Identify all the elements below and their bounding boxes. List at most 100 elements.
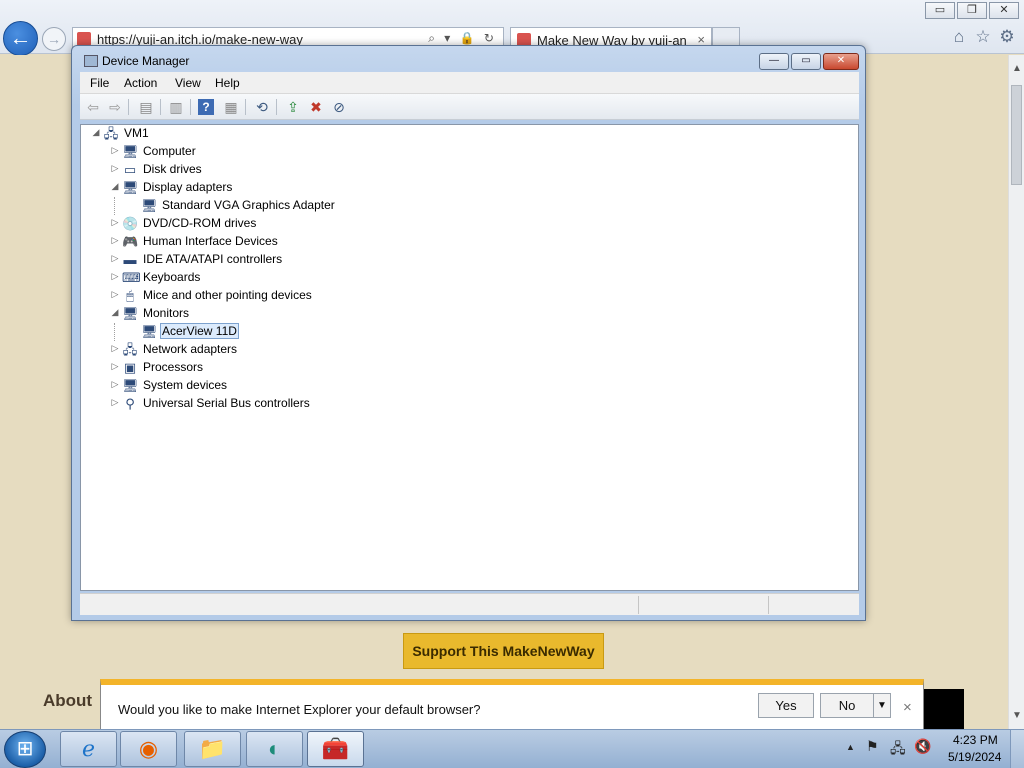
tree-item-label[interactable]: Monitors xyxy=(141,306,191,320)
properties-pane-icon[interactable]: ▤ xyxy=(136,97,156,117)
tree-item-label[interactable]: Disk drives xyxy=(141,162,204,176)
tree-category[interactable]: ▷ ⌨ Keyboards xyxy=(81,269,841,287)
update-driver-icon[interactable]: ⇪ xyxy=(283,97,303,117)
scroll-down-icon[interactable]: ▼ xyxy=(1012,710,1022,721)
forward-button[interactable]: → xyxy=(42,27,66,51)
tree-item-label[interactable]: DVD/CD-ROM drives xyxy=(141,216,258,230)
device-tree: ◢ 🖧 VM1 ▷ 🖥 Computer ▷ ▭ Disk drives ◢ 🖥 Display ad… xyxy=(80,124,859,591)
favorites-icon[interactable]: ☆ xyxy=(973,27,993,47)
expand-toggle-icon[interactable]: ▷ xyxy=(110,163,120,174)
tree-item-label[interactable]: Standard VGA Graphics Adapter xyxy=(160,198,337,212)
menu-file[interactable]: File xyxy=(90,76,109,90)
expand-toggle-icon[interactable]: ◢ xyxy=(110,181,120,192)
tree-category[interactable]: ▷ 🎮 Human Interface Devices xyxy=(81,233,841,251)
tree-item-label[interactable]: Computer xyxy=(141,144,198,158)
tree-category[interactable]: ▷ 💿 DVD/CD-ROM drives xyxy=(81,215,841,233)
tree-item-label[interactable]: VM1 xyxy=(122,126,151,140)
address-actions-icon[interactable]: ⌕ ▾ 🔒 ↻ xyxy=(428,31,497,46)
tree-item-label[interactable]: Display adapters xyxy=(141,180,234,194)
back-arrow-icon[interactable]: ⇦ xyxy=(83,97,103,117)
start-button[interactable]: ⊞ xyxy=(4,731,46,768)
taskbar-file-explorer-icon[interactable]: 📁 xyxy=(184,731,241,767)
tree-item-label[interactable]: Universal Serial Bus controllers xyxy=(141,396,312,410)
show-hidden-icons-icon[interactable]: ▲ xyxy=(846,742,855,752)
expand-toggle-icon[interactable]: ▷ xyxy=(110,289,120,300)
maximize-button[interactable]: ▭ xyxy=(791,53,821,70)
network-icon[interactable]: 🖧 xyxy=(890,738,906,762)
tree-category[interactable]: ◢ 🖥 Display adapters xyxy=(81,179,841,197)
expand-toggle-icon[interactable]: ▷ xyxy=(110,235,120,246)
menu-bar: File Action View Help xyxy=(80,72,859,94)
device-icon: ▣ xyxy=(123,360,137,375)
tree-item-label[interactable]: System devices xyxy=(141,378,229,392)
minimize-button[interactable]: — xyxy=(759,53,789,70)
taskbar-app-teal-icon[interactable]: ◐ xyxy=(246,731,303,767)
menu-action[interactable]: Action xyxy=(124,76,157,90)
tree-category[interactable]: ▷ 🖱 Mice and other pointing devices xyxy=(81,287,841,305)
page-scrollbar[interactable]: ▲ ▼ xyxy=(1008,55,1024,729)
menu-help[interactable]: Help xyxy=(215,76,240,90)
home-icon[interactable]: ⌂ xyxy=(949,27,969,47)
help-icon[interactable]: ? xyxy=(198,99,214,115)
action-pane-icon[interactable]: ▦ xyxy=(221,97,241,117)
taskbar-internet-explorer-icon[interactable]: ℯ xyxy=(60,731,117,767)
settings-gear-icon[interactable]: ⚙ xyxy=(997,27,1017,47)
taskbar-firefox-icon[interactable]: ◉ xyxy=(120,731,177,767)
scroll-up-icon[interactable]: ▲ xyxy=(1012,63,1022,74)
tree-root-vm1[interactable]: ◢ 🖧 VM1 xyxy=(81,125,841,143)
status-divider xyxy=(768,596,769,614)
browser-close-button[interactable]: ✕ xyxy=(989,2,1019,19)
disable-device-icon[interactable]: ⊘ xyxy=(329,97,349,117)
browser-maximize-button[interactable]: ❐ xyxy=(957,2,987,19)
yes-button[interactable]: Yes xyxy=(758,693,814,718)
expand-toggle-icon[interactable]: ◢ xyxy=(91,127,101,138)
expand-toggle-icon[interactable]: ▷ xyxy=(110,271,120,282)
taskbar-toolbox-icon[interactable]: 🧰 xyxy=(307,731,364,767)
expand-toggle-icon[interactable]: ▷ xyxy=(110,217,120,228)
toolbar: ⇦ ⇨ ▤ ▥ ? ▦ ⟲ ⇪ ✖ ⊘ xyxy=(80,94,859,120)
tree-category[interactable]: ▷ 🖧 Network adapters xyxy=(81,341,841,359)
tree-item-label[interactable]: Mice and other pointing devices xyxy=(141,288,314,302)
scroll-thumb[interactable] xyxy=(1011,85,1022,185)
expand-toggle-icon[interactable]: ▷ xyxy=(110,397,120,408)
tree-category[interactable]: ▷ ▬ IDE ATA/ATAPI controllers xyxy=(81,251,841,269)
uninstall-icon[interactable]: ✖ xyxy=(306,97,326,117)
tree-item-label[interactable]: Processors xyxy=(141,360,205,374)
tree-device[interactable]: 🖥 AcerView 11D xyxy=(81,323,841,341)
close-icon[interactable]: × xyxy=(903,699,912,716)
forward-arrow-icon[interactable]: ⇨ xyxy=(105,97,125,117)
expand-toggle-icon[interactable]: ◢ xyxy=(110,307,120,318)
close-button[interactable]: ✕ xyxy=(823,53,859,70)
clock-time[interactable]: 4:23 PM xyxy=(953,733,998,747)
tree-category[interactable]: ▷ 🖥 Computer xyxy=(81,143,841,161)
back-button[interactable]: ← xyxy=(3,21,38,56)
tree-category[interactable]: ▷ ⚲ Universal Serial Bus controllers xyxy=(81,395,841,413)
no-button[interactable]: No xyxy=(820,693,874,718)
browser-minimize-button[interactable]: ▭ xyxy=(925,2,955,19)
tree-item-label[interactable]: Human Interface Devices xyxy=(141,234,280,248)
expand-toggle-icon[interactable]: ▷ xyxy=(110,361,120,372)
expand-toggle-icon[interactable]: ▷ xyxy=(110,253,120,264)
tree-category[interactable]: ▷ ▣ Processors xyxy=(81,359,841,377)
tree-category[interactable]: ▷ 🖥 System devices xyxy=(81,377,841,395)
expand-toggle-icon[interactable]: ▷ xyxy=(110,379,120,390)
expand-toggle-icon[interactable]: ▷ xyxy=(110,343,120,354)
tree-item-label[interactable]: Keyboards xyxy=(141,270,202,284)
support-button[interactable]: Support This MakeNewWay xyxy=(403,633,604,669)
volume-muted-icon[interactable]: 🔇 xyxy=(914,738,931,755)
tree-category[interactable]: ◢ 🖥 Monitors xyxy=(81,305,841,323)
window-title: Device Manager xyxy=(102,54,190,68)
show-desktop-button[interactable] xyxy=(1010,730,1024,768)
show-hidden-icon[interactable]: ▥ xyxy=(166,97,186,117)
chevron-down-icon[interactable]: ▼ xyxy=(873,693,891,718)
tree-category[interactable]: ▷ ▭ Disk drives xyxy=(81,161,841,179)
clock-date[interactable]: 5/19/2024 xyxy=(948,750,1001,764)
tree-device[interactable]: 🖥 Standard VGA Graphics Adapter xyxy=(81,197,841,215)
tree-item-label[interactable]: AcerView 11D xyxy=(160,323,239,339)
tree-item-label[interactable]: IDE ATA/ATAPI controllers xyxy=(141,252,284,266)
menu-view[interactable]: View xyxy=(175,76,201,90)
expand-toggle-icon[interactable]: ▷ xyxy=(110,145,120,156)
action-center-flag-icon[interactable]: ⚑ xyxy=(866,738,879,755)
tree-item-label[interactable]: Network adapters xyxy=(141,342,239,356)
scan-hardware-icon[interactable]: ⟲ xyxy=(252,97,272,117)
